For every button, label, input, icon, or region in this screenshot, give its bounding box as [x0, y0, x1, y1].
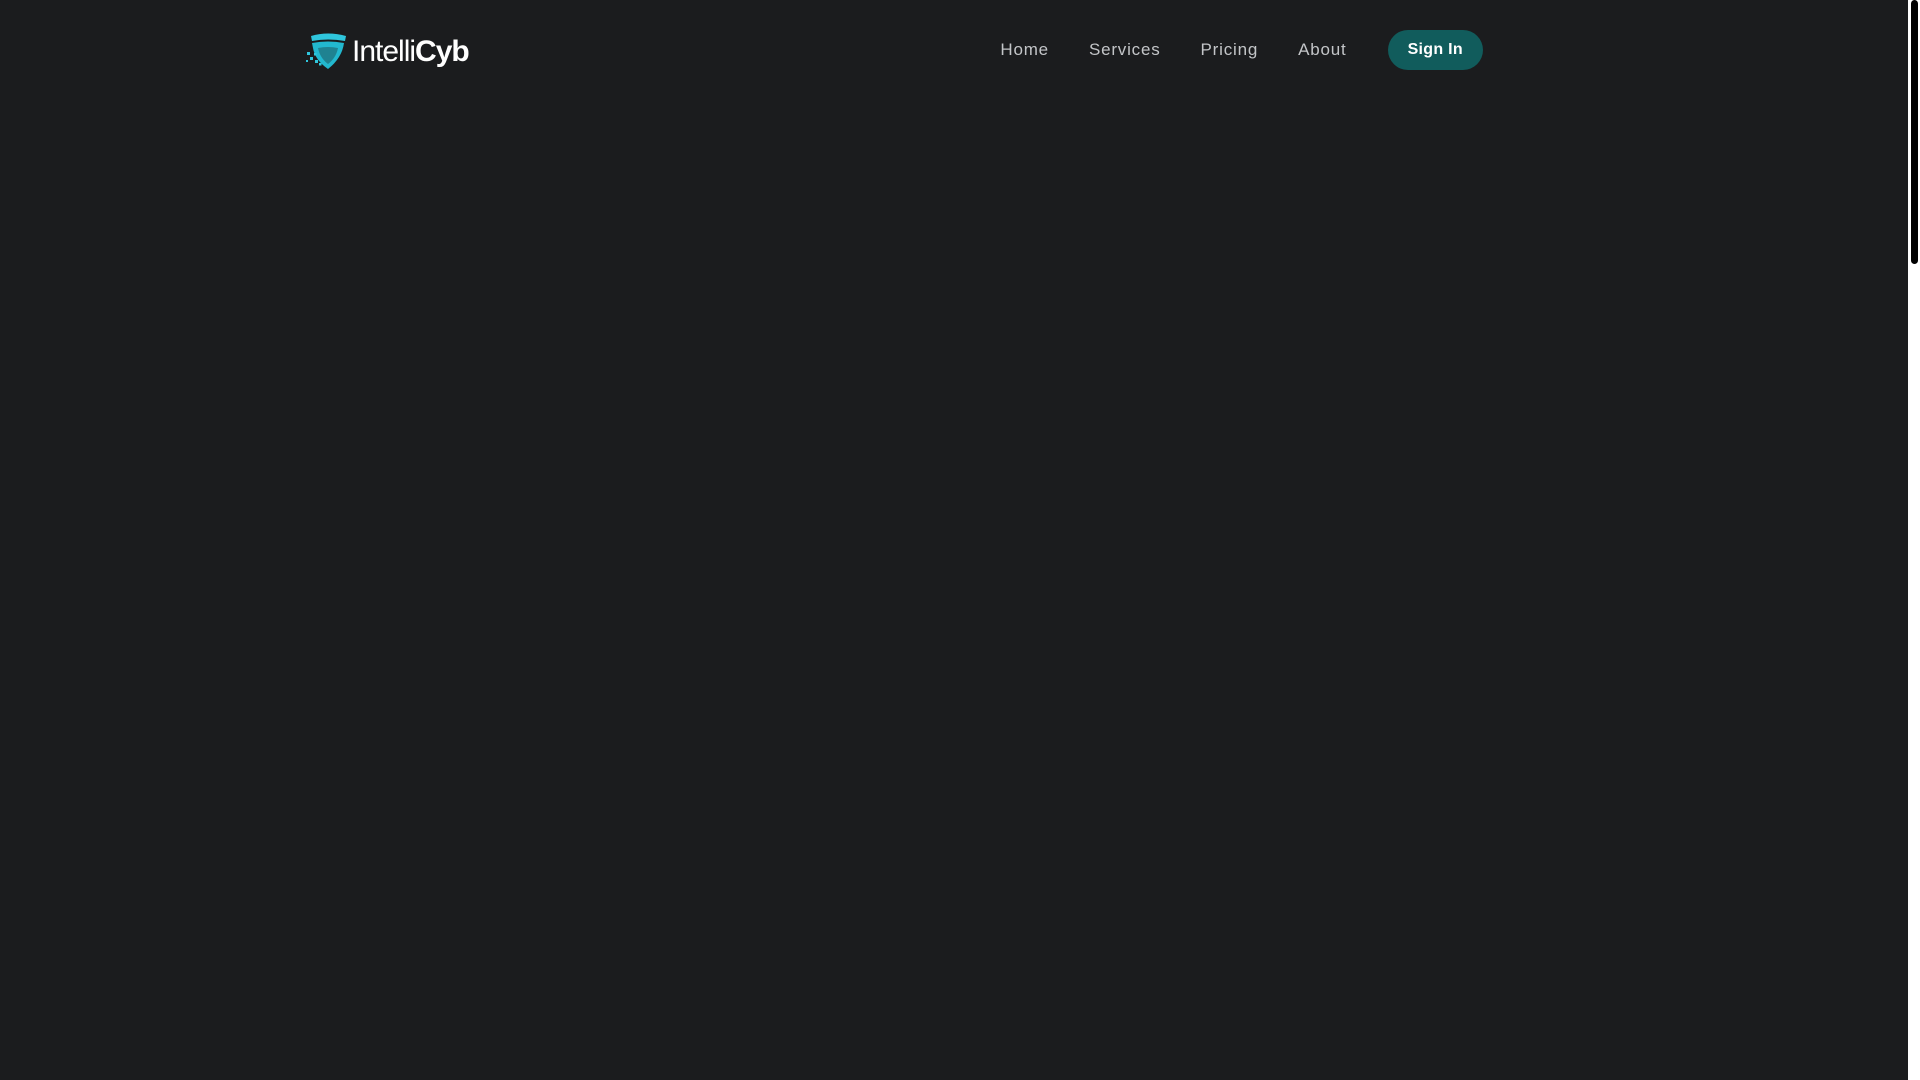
page: IntelliCyb Home Services Pricing About S…	[0, 0, 1920, 1080]
brand-logo[interactable]: IntelliCyb	[306, 32, 470, 72]
page-scrollbar[interactable]	[1908, 0, 1920, 1080]
nav-link-home[interactable]: Home	[1000, 30, 1049, 70]
main-nav: Home Services Pricing About Sign In	[1000, 30, 1483, 70]
nav-link-services[interactable]: Services	[1089, 30, 1161, 70]
scrollbar-thumb[interactable]	[1911, 0, 1918, 264]
nav-link-pricing[interactable]: Pricing	[1201, 30, 1259, 70]
site-header: IntelliCyb Home Services Pricing About S…	[0, 0, 1908, 100]
brand-name-light: Intelli	[352, 35, 416, 68]
sign-in-button[interactable]: Sign In	[1387, 30, 1483, 70]
nav-link-about[interactable]: About	[1298, 30, 1346, 70]
brand-name-bold: Cyb	[415, 35, 470, 68]
brand-name: IntelliCyb	[352, 32, 470, 72]
shield-icon	[306, 33, 346, 69]
